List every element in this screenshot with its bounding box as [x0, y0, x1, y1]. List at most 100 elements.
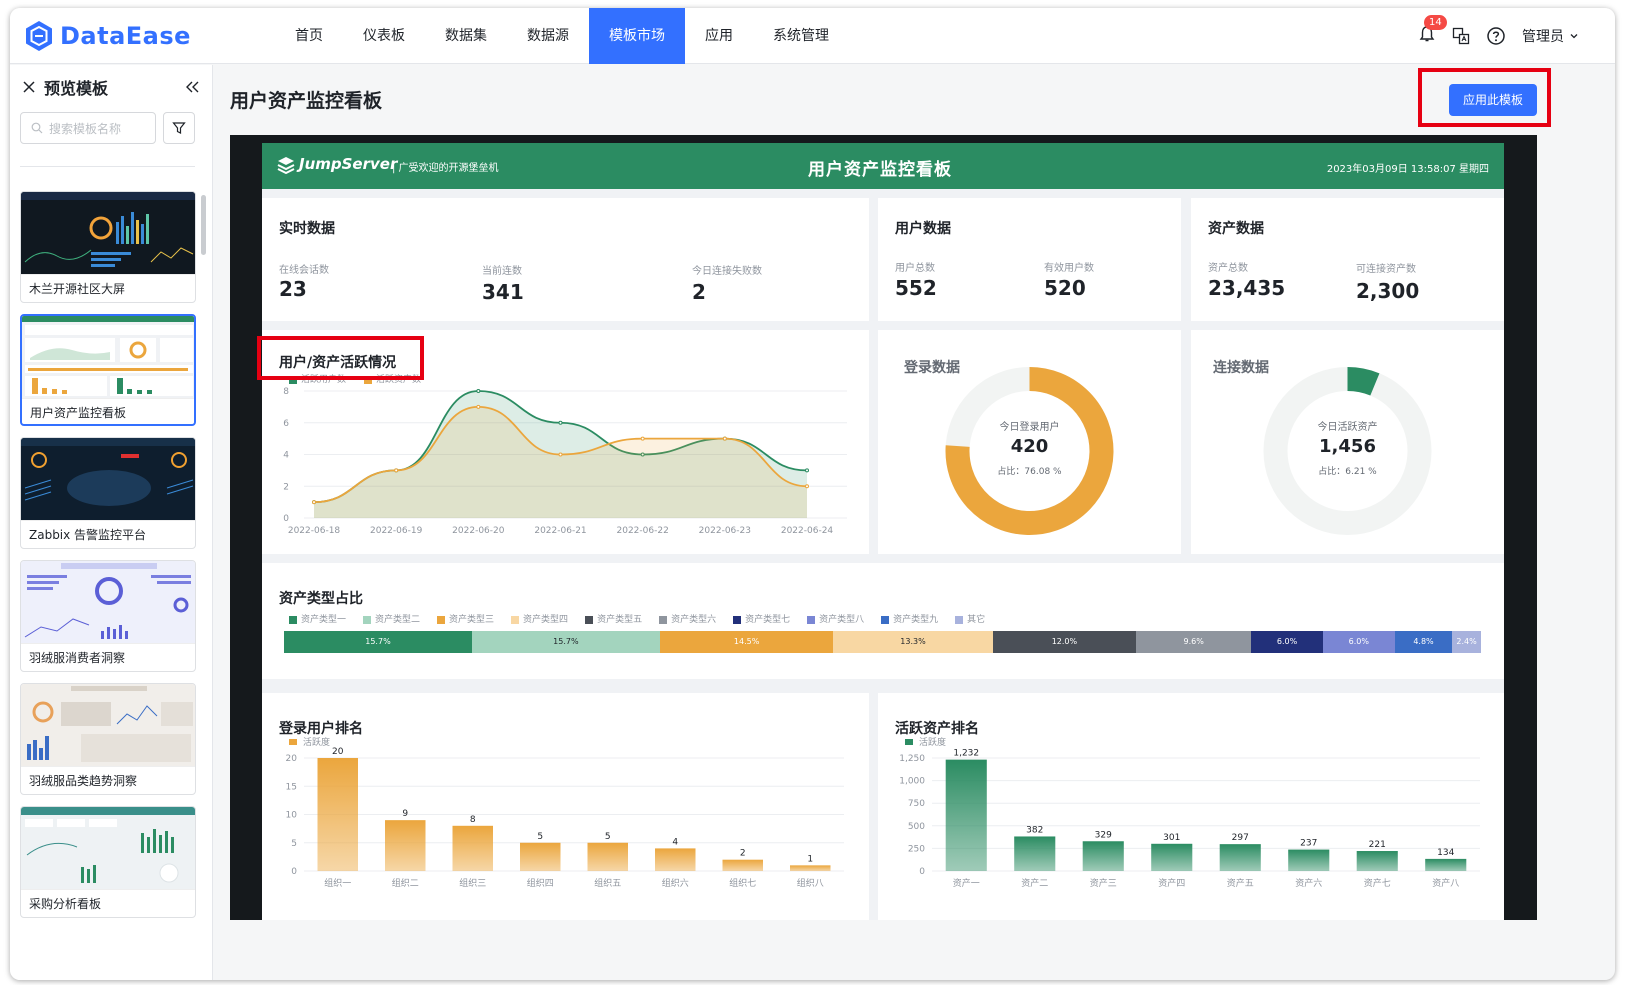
bar	[1219, 844, 1261, 871]
nav-system[interactable]: 系统管理	[753, 8, 849, 64]
jumpserver-logo-icon	[277, 157, 295, 174]
bar-value-label: 8	[470, 815, 476, 825]
collapse-icon[interactable]	[184, 80, 200, 94]
notification-bell[interactable]: 14	[1418, 15, 1447, 47]
asset-type-stacked-bar: 15.7% 15.7% 14.5% 13.3% 12.0% 9.6% 6.0% 6.0% 4.8…	[284, 631, 1481, 653]
bar	[520, 842, 561, 871]
stat-label: 在线会话数	[279, 265, 329, 276]
x-tick-label: 资产三	[1090, 877, 1117, 889]
legend-label: 资产类型七	[745, 615, 791, 625]
legend-item: 资产类型二	[363, 612, 420, 625]
y-tick-label: 4	[283, 451, 289, 461]
template-card[interactable]: Zabbix 告警监控平台	[20, 437, 196, 549]
bar-value-label: 20	[332, 747, 344, 757]
template-card[interactable]: 羽绒服消费者洞察	[20, 560, 196, 672]
stat-label: 有效用户数	[1044, 263, 1094, 274]
translate-icon[interactable]	[1452, 27, 1470, 45]
data-point	[476, 389, 481, 393]
x-tick-label: 资产八	[1432, 877, 1459, 889]
sidebar-divider	[20, 166, 195, 167]
search-icon	[31, 122, 43, 134]
nav-apps[interactable]: 应用	[685, 8, 753, 64]
legend-label: 资产类型五	[597, 615, 643, 625]
legend-item: 其它	[955, 612, 985, 625]
y-tick-label: 0	[919, 867, 925, 877]
filter-icon	[172, 122, 186, 134]
panel-title: 资产类型占比	[279, 591, 363, 607]
nav-datasource[interactable]: 数据源	[507, 8, 589, 64]
nav-home[interactable]: 首页	[275, 8, 343, 64]
stat-label: 当前连数	[482, 266, 522, 277]
template-card[interactable]: 采购分析看板	[20, 806, 196, 918]
asset-type-legend: 资产类型一 资产类型二 资产类型三 资产类型四 资产类型五 资产类型六 资产类型七 资产类型八…	[289, 612, 985, 625]
data-point	[558, 452, 563, 457]
x-tick-label: 资产五	[1227, 877, 1254, 889]
legend-label: 活跃度	[919, 736, 946, 748]
y-tick-label: 15	[286, 782, 297, 792]
x-tick-label: 2022-06-21	[534, 526, 586, 536]
x-tick-label: 2022-06-20	[452, 526, 505, 536]
y-tick-label: 0	[283, 514, 289, 524]
dataease-logo-icon	[26, 21, 52, 51]
user-menu[interactable]: 管理员	[1522, 26, 1579, 46]
x-tick-label: 组织五	[594, 877, 621, 889]
template-card[interactable]: 木兰开源社区大屏	[20, 191, 196, 303]
template-name: 用户资产监控看板	[22, 398, 194, 424]
close-icon[interactable]	[22, 80, 36, 94]
notification-badge: 14	[1424, 15, 1447, 30]
nav-template-market[interactable]: 模板市场	[589, 8, 685, 64]
x-tick-label: 资产一	[953, 877, 980, 889]
realtime-panel: 实时数据 在线会话数 23 当前连数 341 今日连接失败数 2	[262, 198, 869, 321]
help-icon[interactable]	[1486, 26, 1506, 46]
login-rank-bar-chart: 活跃度 0 5 10 15 20 20 组织一 9 组织二 8 组织三 5 组织四 5 组织五 4 组织六 2 组织七…	[286, 736, 844, 889]
stat-value: 2	[692, 280, 706, 304]
data-point	[805, 468, 809, 473]
bar	[1082, 841, 1124, 871]
nav-dataset[interactable]: 数据集	[425, 8, 507, 64]
stat-value: 341	[482, 280, 524, 304]
bar	[1151, 843, 1193, 871]
legend-label: 资产类型六	[671, 615, 717, 625]
template-thumbnail	[22, 316, 194, 398]
stat-value: 2,300	[1356, 279, 1420, 303]
y-tick-label: 6	[283, 419, 289, 429]
template-thumbnail	[21, 561, 195, 643]
highlight-box-activity	[257, 336, 424, 380]
legend-swatch	[363, 615, 372, 624]
users-panel: 用户数据 用户总数 552 有效用户数 520	[878, 198, 1181, 321]
bar-value-label: 2	[740, 849, 746, 859]
template-card-selected[interactable]: 用户资产监控看板	[20, 314, 196, 426]
login-rank-panel: 登录用户排名 活跃度 0 5 10 15 20 20 组织一 9 组织二 8 组织三 5 组织四 5 组织五 4…	[262, 693, 869, 920]
legend-item: 资产类型一	[289, 612, 346, 625]
legend-label: 资产类型四	[523, 615, 569, 625]
legend-label: 其它	[967, 615, 986, 625]
bar-value-label: 221	[1369, 840, 1386, 850]
x-tick-label: 2022-06-18	[288, 526, 341, 536]
bar-value-label: 382	[1026, 825, 1043, 835]
template-name: 羽绒服消费者洞察	[21, 643, 195, 671]
x-tick-label: 2022-06-22	[617, 526, 669, 536]
sidebar-header: 预览模板	[10, 65, 212, 109]
legend-item: 资产类型七	[733, 612, 790, 625]
bar	[1288, 849, 1330, 871]
x-tick-label: 组织六	[662, 877, 689, 889]
dashboard-title: 用户资产监控看板	[808, 160, 952, 180]
asset-rank-bar-chart: 活跃度 0 250 500 750 1,000 1,250 1,232 资产一 382 资产二 329…	[899, 736, 1480, 889]
x-tick-label: 组织三	[459, 877, 486, 889]
template-thumbnail	[21, 438, 195, 520]
nav-dashboard[interactable]: 仪表板	[343, 8, 425, 64]
y-tick-label: 1,000	[899, 777, 925, 787]
main-nav: 首页 仪表板 数据集 数据源 模板市场 应用 系统管理	[275, 8, 849, 64]
template-card[interactable]: 羽绒服品类趋势洞察	[20, 683, 196, 795]
y-tick-label: 750	[908, 799, 925, 809]
template-thumbnail	[21, 807, 195, 889]
template-search-input[interactable]: 搜索模板名称	[20, 112, 156, 144]
sidebar-scrollbar[interactable]	[201, 195, 206, 255]
filter-button[interactable]	[163, 112, 195, 144]
legend-label: 活跃度	[303, 736, 330, 748]
y-tick-label: 500	[908, 822, 925, 832]
x-tick-label: 资产四	[1158, 877, 1185, 889]
app-logo[interactable]: DataEase	[24, 20, 191, 52]
app-window: DataEase 首页 仪表板 数据集 数据源 模板市场 应用 系统管理 14 …	[10, 8, 1615, 980]
donut-center-label: 今日登录用户	[999, 422, 1060, 433]
